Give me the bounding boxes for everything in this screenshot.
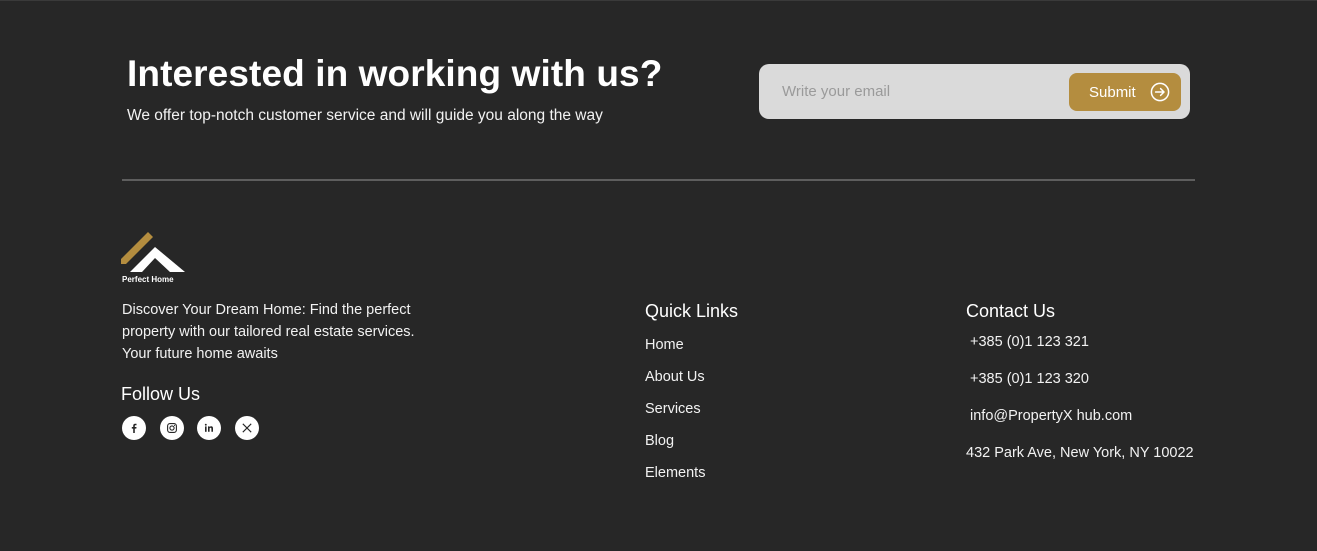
contact-phone-2[interactable]: +385 (0)1 123 320 [970,371,1089,387]
email-input[interactable] [759,64,1059,119]
brand-name: Perfect Home [122,275,174,284]
footer-link-home[interactable]: Home [645,337,684,353]
linkedin-icon[interactable] [197,416,221,440]
contact-email[interactable]: info@PropertyX hub.com [970,408,1132,424]
contact-phone-1[interactable]: +385 (0)1 123 321 [970,334,1089,350]
instagram-icon[interactable] [160,416,184,440]
footer-link-elements[interactable]: Elements [645,465,705,481]
contact-us-title: Contact Us [966,301,1056,321]
section-divider [122,179,1195,181]
footer-link-blog[interactable]: Blog [645,433,674,449]
submit-button[interactable]: Submit [1069,73,1181,111]
brand-description: Discover Your Dream Home: Find the perfe… [122,302,415,362]
submit-label: Submit [1089,83,1136,101]
cta-title: Interested in working with us? [127,53,663,94]
cta-subtitle: We offer top-notch customer service and … [127,107,603,124]
footer-link-about-us[interactable]: About Us [645,369,705,385]
facebook-icon[interactable] [122,416,146,440]
quick-links-title: Quick Links [645,301,739,321]
newsletter-form: Submit [759,64,1190,119]
contact-address: 432 Park Ave, New York, NY 10022 [966,445,1194,461]
arrow-right-circle-icon [1150,82,1170,102]
x-icon[interactable] [235,416,259,440]
follow-us-title: Follow Us [121,384,201,404]
footer-link-services[interactable]: Services [645,401,701,417]
